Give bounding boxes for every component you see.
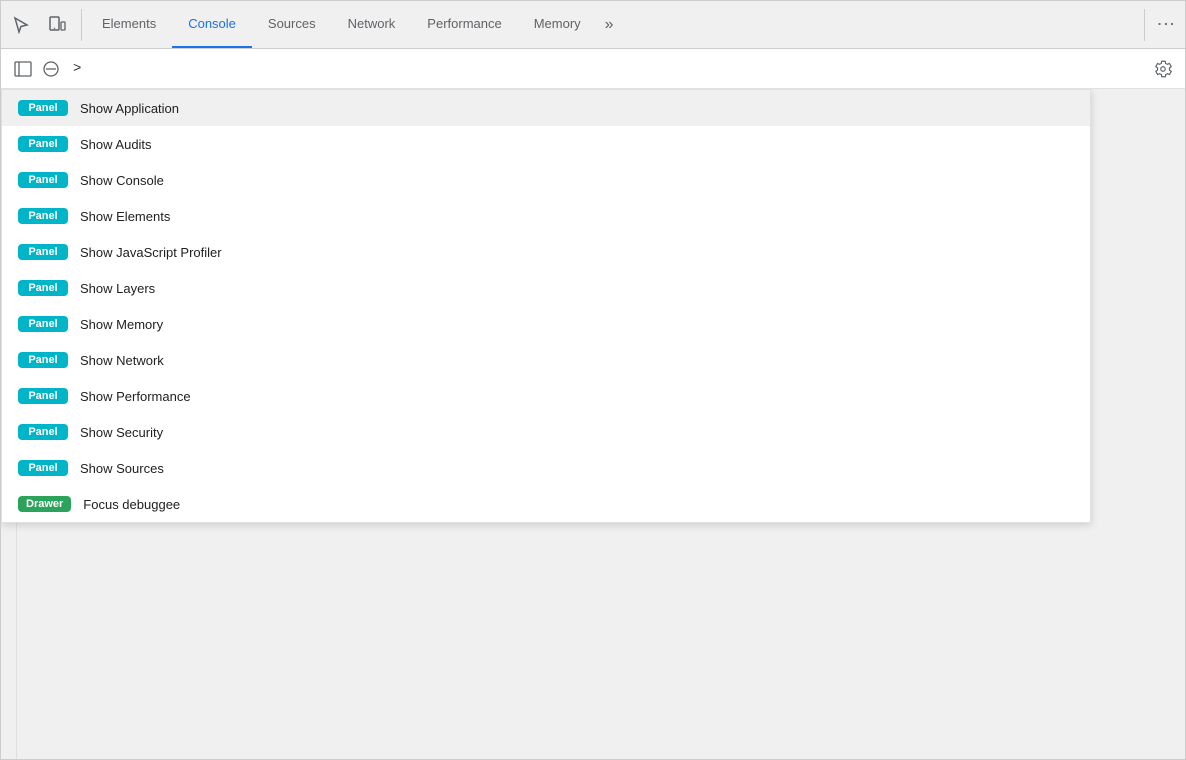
clear-console-button[interactable] — [37, 55, 65, 83]
dropdown-item-label: Show Elements — [80, 209, 170, 224]
cursor-icon — [11, 15, 31, 35]
dropdown-item-label: Focus debuggee — [83, 497, 180, 512]
badge-panel: Panel — [18, 316, 68, 332]
inspect-element-button[interactable] — [5, 9, 37, 41]
dropdown-item-label: Show Audits — [80, 137, 152, 152]
badge-panel: Panel — [18, 280, 68, 296]
device-toggle-button[interactable] — [41, 9, 73, 41]
dropdown-item-label: Show Performance — [80, 389, 191, 404]
dropdown-item-label: Show Security — [80, 425, 163, 440]
dropdown-item-show-memory[interactable]: Panel Show Memory — [2, 306, 1090, 342]
tab-performance[interactable]: Performance — [411, 1, 517, 48]
badge-panel: Panel — [18, 388, 68, 404]
toolbar-right-separator — [1144, 9, 1145, 41]
main-content: › PanelShow ApplicationPanelShow AuditsP… — [1, 89, 1185, 759]
dropdown-item-show-layers[interactable]: Panel Show Layers — [2, 270, 1090, 306]
dropdown-item-label: Show Layers — [80, 281, 155, 296]
badge-panel: Panel — [18, 424, 68, 440]
tabs-container: Elements Console Sources Network Perform… — [86, 1, 1140, 48]
dropdown-item-show-performance[interactable]: Panel Show Performance — [2, 378, 1090, 414]
toolbar-separator — [81, 9, 82, 41]
more-options-button[interactable]: ⋮ — [1149, 9, 1181, 41]
dropdown-item-label: Show Application — [80, 101, 179, 116]
dropdown-item-show-console[interactable]: Panel Show Console — [2, 162, 1090, 198]
badge-drawer: Drawer — [18, 496, 71, 512]
tab-elements[interactable]: Elements — [86, 1, 172, 48]
dropdown-item-show-audits[interactable]: Panel Show Audits — [2, 126, 1090, 162]
dropdown-item-show-sources[interactable]: Panel Show Sources — [2, 450, 1090, 486]
dropdown-item-label: Show Memory — [80, 317, 163, 332]
badge-panel: Panel — [18, 460, 68, 476]
dropdown-item-show-network[interactable]: Panel Show Network — [2, 342, 1090, 378]
sidebar-toggle-icon — [14, 60, 32, 78]
devtools-window: Elements Console Sources Network Perform… — [0, 0, 1186, 760]
toolbar-right: ⋮ — [1149, 9, 1181, 41]
console-sidebar-toggle-button[interactable] — [9, 55, 37, 83]
dropdown-item-show-elements[interactable]: Panel Show Elements — [2, 198, 1090, 234]
tab-sources[interactable]: Sources — [252, 1, 332, 48]
dropdown-item-label: Show JavaScript Profiler — [80, 245, 222, 260]
dropdown-item-show-javascript-profiler[interactable]: Panel Show JavaScript Profiler — [2, 234, 1090, 270]
device-icon — [47, 15, 67, 35]
main-toolbar: Elements Console Sources Network Perform… — [1, 1, 1185, 49]
three-dots-icon: ⋮ — [1155, 15, 1176, 34]
dropdown-item-label: Show Network — [80, 353, 164, 368]
tab-network[interactable]: Network — [332, 1, 412, 48]
dropdown-item-show-application[interactable]: Panel Show Application — [2, 90, 1090, 126]
badge-panel: Panel — [18, 244, 68, 260]
dropdown-item-label: Show Console — [80, 173, 164, 188]
badge-panel: Panel — [18, 172, 68, 188]
toolbar-icons — [5, 9, 73, 41]
clear-icon — [42, 60, 60, 78]
command-menu-dropdown: PanelShow ApplicationPanelShow AuditsPan… — [1, 89, 1091, 523]
dropdown-item-label: Show Sources — [80, 461, 164, 476]
dropdown-item-focus-debuggee[interactable]: Drawer Focus debuggee — [2, 486, 1090, 522]
console-bar: > — [1, 49, 1185, 89]
badge-panel: Panel — [18, 352, 68, 368]
tab-memory[interactable]: Memory — [518, 1, 597, 48]
badge-panel: Panel — [18, 100, 68, 116]
settings-gear-icon — [1154, 60, 1172, 78]
more-tabs-button[interactable]: » — [597, 1, 622, 48]
badge-panel: Panel — [18, 208, 68, 224]
tab-console[interactable]: Console — [172, 1, 252, 48]
dropdown-item-show-security[interactable]: Panel Show Security — [2, 414, 1090, 450]
badge-panel: Panel — [18, 136, 68, 152]
console-settings-button[interactable] — [1149, 55, 1177, 83]
console-prompt: > — [73, 61, 1149, 77]
